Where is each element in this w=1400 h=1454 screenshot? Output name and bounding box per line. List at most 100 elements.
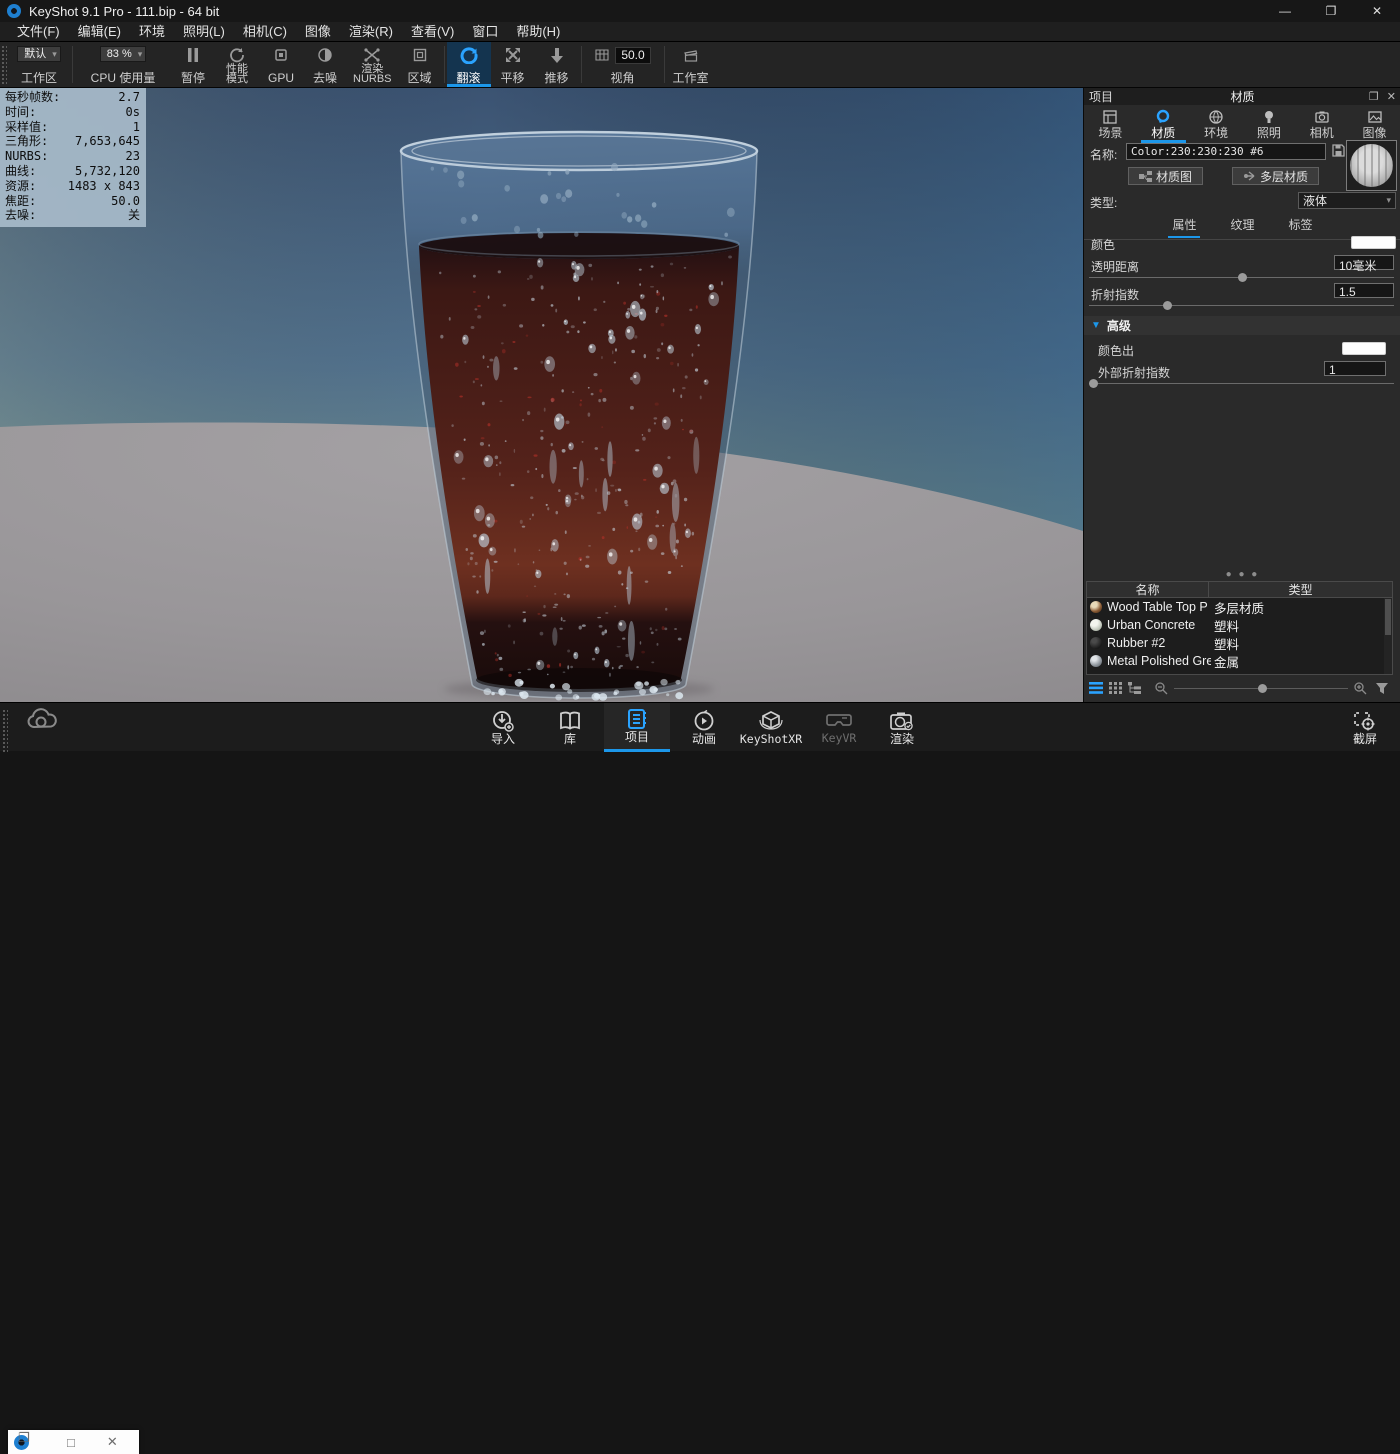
fov-input[interactable]: 50.0 [615,47,650,64]
render-nurbs-button[interactable]: 渲染 NURBS [347,42,398,87]
ribbon-keyvr[interactable]: KeyVR [806,703,872,752]
tab-material[interactable]: 材质 [1137,106,1190,142]
advanced-section-header[interactable]: ▼ 高级 [1084,316,1400,335]
transparency-slider[interactable] [1089,277,1394,278]
restore-button[interactable]: ❐ [1308,0,1354,22]
multi-material-icon [1243,170,1256,182]
menu-render[interactable]: 渲染(R) [340,22,402,42]
menu-help[interactable]: 帮助(H) [507,22,569,42]
transparency-slider-handle[interactable] [1238,273,1247,282]
toolbar-drag-handle[interactable] [1,45,7,84]
column-header-name[interactable]: 名称 [1087,582,1209,597]
material-graph-button[interactable]: 材质图 [1128,167,1203,185]
save-material-icon[interactable] [1331,143,1346,158]
subtab-properties[interactable]: 属性 [1168,214,1200,235]
studio-button[interactable]: 工作室 [667,42,715,87]
outside-ior-input[interactable]: 1 [1324,361,1386,376]
tab-camera[interactable]: 相机 [1295,106,1348,142]
dolly-button[interactable]: 推移 [535,42,579,87]
menu-file[interactable]: 文件(F) [8,22,69,42]
ribbon-keyshotxr[interactable]: KeyShotXR [733,703,809,752]
rendered-scene [0,88,1083,702]
ior-slider-handle[interactable] [1163,301,1172,310]
material-row[interactable]: Urban Concrete 塑料 [1087,616,1392,634]
dolly-icon [549,46,565,64]
tumble-button[interactable]: 翻滚 [447,42,491,87]
material-sphere-icon [1090,601,1102,613]
tab-scene[interactable]: 场景 [1084,106,1137,142]
performance-mode-button[interactable]: 性能 模式 [215,42,259,87]
tab-lighting[interactable]: 照明 [1242,106,1295,142]
gpu-button[interactable]: GPU [259,42,303,87]
outside-ior-slider-handle[interactable] [1089,379,1098,388]
material-name-input[interactable]: Color:230:230:230 #6 [1126,143,1326,160]
cloud-icon[interactable] [26,707,58,731]
tree-view-icon[interactable] [1128,682,1141,694]
render-viewport[interactable]: 每秒帧数:2.7 时间:0s 采样值:1 三角形:7,653,645 NURBS… [0,88,1083,702]
menu-camera[interactable]: 相机(C) [234,22,296,42]
multi-material-button[interactable]: 多层材质 [1232,167,1319,185]
ribbon-screenshot[interactable]: 截屏 [1332,703,1398,752]
menu-image[interactable]: 图像 [296,22,340,42]
tab-environment[interactable]: 环境 [1190,106,1243,142]
grid-view-icon[interactable] [1109,682,1122,694]
list-view-icon[interactable] [1089,682,1103,694]
import-icon [491,710,515,732]
thumbnail-size-slider[interactable] [1174,688,1348,689]
subtab-textures[interactable]: 纹理 [1226,214,1258,235]
transparency-input[interactable]: 10毫米 [1334,255,1394,270]
ribbon-render[interactable]: 渲染 [869,703,935,752]
zoom-out-icon[interactable] [1155,682,1168,695]
panel-splitter-handle[interactable]: ● ● ● [1084,569,1400,580]
pan-button[interactable]: 平移 [491,42,535,87]
close-icon[interactable]: ✕ [107,1434,118,1450]
filter-icon[interactable] [1375,682,1389,695]
keyshot-logo-icon [7,4,21,18]
render-stats-overlay: 每秒帧数:2.7 时间:0s 采样值:1 三角形:7,653,645 NURBS… [0,88,146,227]
denoise-button[interactable]: 去噪 [303,42,347,87]
color-out-swatch[interactable] [1342,342,1386,355]
menu-edit[interactable]: 编辑(E) [69,22,130,42]
background-window-titlebar[interactable]: ❐ □ ✕ [8,1430,139,1454]
material-row[interactable]: Metal Polished Gre 金属 [1087,652,1392,670]
close-button[interactable]: ✕ [1354,0,1400,22]
cpu-usage-dropdown[interactable]: 83 % ▾ [100,46,147,62]
subtab-labels[interactable]: 标签 [1285,214,1317,235]
ribbon-library[interactable]: 库 [537,703,603,752]
close-panel-icon[interactable]: ✕ [1387,90,1396,103]
material-row[interactable]: Wood Table Top P 多层材质 [1087,598,1392,616]
float-panel-icon[interactable]: ❐ [1369,90,1379,103]
column-header-type[interactable]: 类型 [1209,582,1392,597]
color-out-label: 颜色出 [1098,342,1134,359]
screenshot-icon [1352,710,1378,732]
ribbon-drag-handle[interactable] [2,709,8,752]
material-preview[interactable] [1346,140,1397,191]
menu-lighting[interactable]: 照明(L) [174,22,234,42]
ior-input[interactable]: 1.5 [1334,283,1394,298]
pause-button[interactable]: 暂停 [171,42,215,87]
maximize-icon[interactable]: □ [67,1435,75,1450]
material-preview-sphere-icon [1350,144,1393,187]
thumbnail-size-slider-handle[interactable] [1258,684,1267,693]
region-button[interactable]: 区域 [398,42,442,87]
menu-window[interactable]: 窗口 [463,22,507,42]
material-type-select[interactable]: 液体 ▾ [1298,192,1396,209]
menu-view[interactable]: 查看(V) [402,22,463,42]
ribbon-project[interactable]: 项目 [604,703,670,752]
ior-slider[interactable] [1089,305,1394,306]
color-swatch[interactable] [1351,236,1396,249]
ribbon-animation[interactable]: 动画 [671,703,737,752]
main-toolbar: 默认 ▾ 工作区 83 % ▾ CPU 使用量 暂停 性能 模式 GPU [0,42,1400,88]
ribbon-import[interactable]: 导入 [470,703,536,752]
outside-ior-slider[interactable] [1089,383,1394,384]
menu-environment[interactable]: 环境 [130,22,174,42]
workspace-cell: 默认 ▾ 工作区 [8,42,70,87]
color-label: 颜色 [1091,236,1115,253]
zoom-in-icon[interactable] [1354,682,1367,695]
chevron-expanded-icon: ▼ [1091,320,1101,331]
tab-image[interactable]: 图像 [1348,106,1400,142]
material-list-scrollbar[interactable] [1384,598,1392,674]
workspace-dropdown[interactable]: 默认 ▾ [17,46,61,62]
minimize-button[interactable]: — [1262,0,1308,22]
material-row[interactable]: Rubber #2 塑料 [1087,634,1392,652]
